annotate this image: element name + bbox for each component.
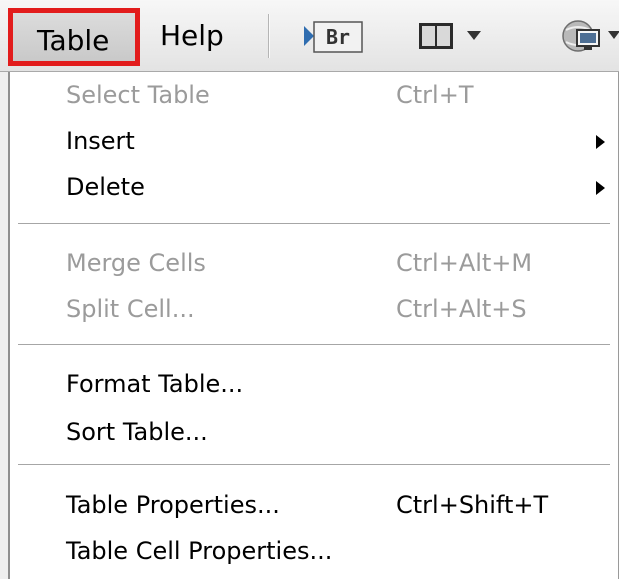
menubar-divider (268, 14, 270, 58)
table-menu-dropdown: Select Table Ctrl+T Insert Delete Merge … (10, 72, 619, 579)
menu-item-insert[interactable]: Insert (66, 120, 606, 162)
menu-item-label: Format Table... (66, 370, 244, 398)
menu-separator (18, 344, 610, 346)
menu-help[interactable]: Help (160, 8, 250, 66)
submenu-arrow-icon (596, 181, 605, 195)
layout-icon[interactable] (415, 14, 490, 58)
menu-table[interactable]: Table (8, 8, 140, 66)
menu-item-delete[interactable]: Delete (66, 166, 606, 208)
menu-item-select-table[interactable]: Select Table Ctrl+T (66, 74, 606, 116)
menu-item-label: Sort Table... (66, 418, 208, 446)
menu-item-label: Delete (66, 173, 145, 201)
submenu-arrow-icon (596, 135, 605, 149)
menu-item-label: Select Table (66, 81, 210, 109)
menu-item-shortcut: Ctrl+Alt+S (396, 295, 527, 323)
menu-item-label: Insert (66, 127, 135, 155)
menu-item-label: Split Cell... (66, 295, 195, 323)
preview-globe-icon[interactable] (560, 14, 619, 58)
menu-item-sort-table[interactable]: Sort Table... (66, 411, 606, 453)
menu-item-merge-cells[interactable]: Merge Cells Ctrl+Alt+M (66, 242, 606, 284)
menu-separator (18, 464, 610, 466)
menu-table-label: Table (37, 24, 110, 57)
menu-item-shortcut: Ctrl+Shift+T (396, 491, 549, 519)
menu-item-format-table[interactable]: Format Table... (66, 363, 606, 405)
menu-item-table-properties[interactable]: Table Properties... Ctrl+Shift+T (66, 484, 606, 526)
menu-item-shortcut: Ctrl+T (396, 81, 474, 109)
left-rail (0, 72, 10, 579)
bridge-icon[interactable]: Br (300, 14, 370, 58)
menu-item-label: Merge Cells (66, 249, 206, 277)
menu-item-table-cell-properties[interactable]: Table Cell Properties... (66, 530, 606, 572)
menu-bar: Table Help Br (0, 0, 619, 72)
menu-item-label: Table Properties... (66, 491, 280, 519)
menu-item-label: Table Cell Properties... (66, 537, 333, 565)
menu-item-shortcut: Ctrl+Alt+M (396, 249, 533, 277)
menu-help-label: Help (160, 19, 224, 52)
menu-separator (18, 223, 610, 225)
menu-item-split-cell[interactable]: Split Cell... Ctrl+Alt+S (66, 288, 606, 330)
bridge-icon-text: Br (326, 25, 350, 49)
